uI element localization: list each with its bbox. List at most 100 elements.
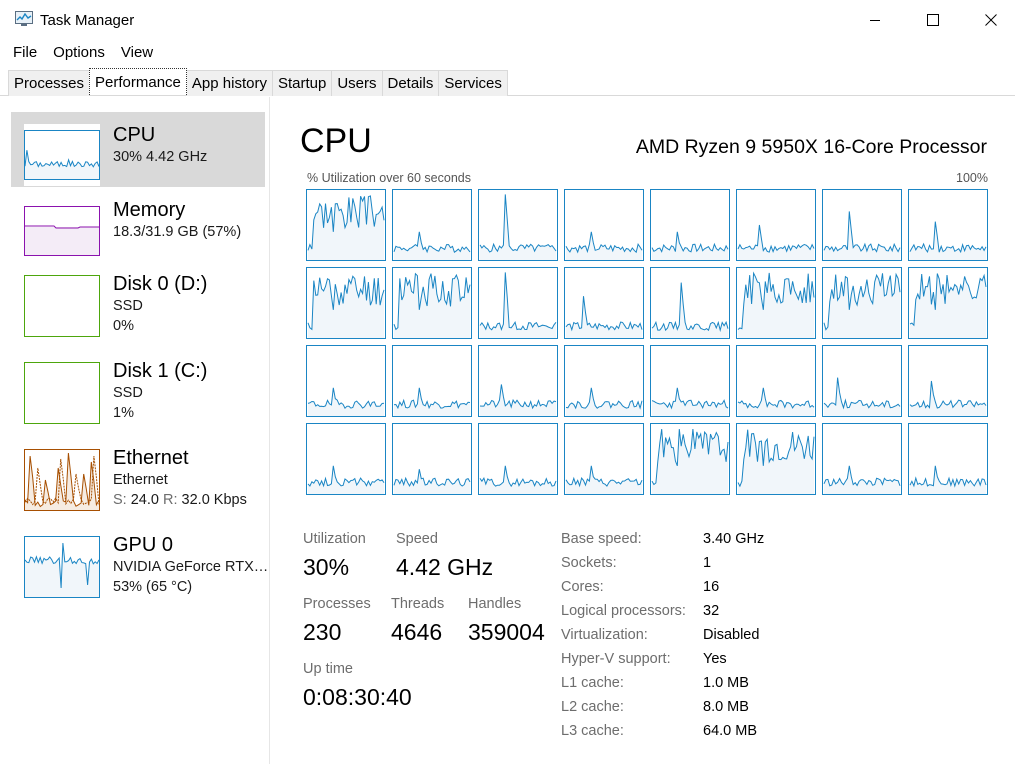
menu-view[interactable]: View (112, 40, 160, 64)
minimize-button[interactable] (846, 0, 904, 40)
utilization-sparkline (479, 272, 557, 338)
utilization-line (479, 194, 557, 253)
disk-0-thumbnail-graph (24, 275, 100, 337)
utilization-sparkline (909, 465, 987, 494)
logical-processor-graph (478, 345, 558, 417)
task-manager-icon (15, 11, 33, 26)
threads-value: 4646 (391, 619, 443, 645)
utilization-area (652, 429, 728, 494)
tab-startup[interactable]: Startup (271, 70, 333, 96)
utilization-area (652, 387, 728, 416)
page-title: CPU (300, 122, 372, 160)
processes-value: 230 (303, 619, 342, 645)
sidebar-sub-memory: 18.3/31.9 GB (57%) (113, 224, 242, 240)
tab-processes[interactable]: Processes (8, 70, 91, 96)
hyper-v-support-label: Hyper-V support: (561, 651, 671, 667)
close-icon (985, 14, 997, 26)
logical-processor-graph (822, 423, 902, 495)
gpu-0-thumbnail-graph (24, 536, 100, 598)
utilization-sparkline (393, 387, 471, 416)
utilization-sparkline (909, 380, 987, 416)
logical-processor-graph (650, 189, 730, 261)
hyper-v-support-value: Yes (703, 651, 727, 667)
utilization-line (823, 377, 901, 410)
utilization-sparkline (823, 465, 901, 494)
menu-options[interactable]: Options (44, 40, 112, 64)
sidebar-item-gpu-0[interactable]: GPU 0 NVIDIA GeForce RTX… 53% (65 °C) (11, 533, 269, 608)
maximize-button[interactable] (904, 0, 962, 40)
utilization-sparkline (479, 384, 557, 416)
logical-processor-graph (306, 189, 386, 261)
tab-details[interactable]: Details (381, 70, 440, 96)
sidebar-item-memory[interactable]: Memory 18.3/31.9 GB (57%) (11, 197, 265, 272)
sidebar-title-gpu-0: GPU 0 (113, 534, 174, 556)
sidebar-sub-gpu-0-model: NVIDIA GeForce RTX… (113, 559, 269, 575)
menu-file[interactable]: File (0, 40, 44, 64)
virtualization-label: Virtualization: (561, 627, 648, 643)
logical-processor-graph (564, 189, 644, 261)
logical-processor-graph (392, 189, 472, 261)
sidebar-item-ethernet[interactable]: Ethernet Ethernet S: 24.0 R: 32.0 Kbps (11, 446, 265, 521)
utilization-area (652, 282, 728, 338)
sidebar-item-cpu[interactable]: CPU 30% 4.42 GHz (11, 112, 265, 187)
sidebar-sub-disk-0-usage: 0% (113, 318, 134, 334)
logical-processor-graph (908, 423, 988, 495)
utilization-sparkline (823, 377, 901, 416)
logical-processor-graph (650, 423, 730, 495)
utilization-area (308, 276, 384, 338)
sidebar-sub-ethernet-adapter: Ethernet (113, 472, 168, 488)
logical-processor-graph (736, 345, 816, 417)
tab-performance[interactable]: Performance (89, 68, 187, 95)
ethernet-send-value: 24.0 (130, 492, 159, 508)
logical-processor-graph (822, 189, 902, 261)
uptime-label: Up time (303, 661, 353, 677)
utilization-sparkline (565, 231, 643, 260)
l3-cache-label: L3 cache: (561, 723, 624, 739)
l1-cache-label: L1 cache: (561, 675, 624, 691)
ethernet-thumbnail-graph (24, 449, 100, 511)
logical-processor-graph (392, 267, 472, 339)
sockets-value: 1 (703, 555, 712, 571)
sidebar-item-disk-1[interactable]: Disk 1 (C:) SSD 1% (11, 359, 265, 434)
utilization-line (651, 282, 729, 333)
logical-processor-graph (478, 423, 558, 495)
sockets-label: Sockets: (561, 555, 617, 571)
utilization-area (824, 211, 900, 260)
l2-cache-label: L2 cache: (561, 699, 624, 715)
utilization-sparkline (565, 465, 643, 494)
tab-services[interactable]: Services (438, 70, 508, 96)
graph-axis-label: % Utilization over 60 seconds (307, 171, 471, 185)
tab-users[interactable]: Users (331, 70, 383, 96)
logical-processor-graph-grid (306, 189, 989, 495)
utilization-sparkline (565, 296, 643, 338)
sidebar-title-cpu: CPU (113, 124, 156, 146)
utilization-sparkline (479, 194, 557, 260)
speed-label: Speed (396, 531, 438, 547)
utilization-label: Utilization (303, 531, 366, 547)
cpu-model-name: AMD Ryzen 9 5950X 16-Core Processor (635, 136, 987, 158)
utilization-sparkline (651, 282, 729, 338)
sidebar-title-disk-0: Disk 0 (D:) (113, 273, 208, 295)
logical-processor-graph (564, 423, 644, 495)
sidebar-title-disk-1: Disk 1 (C:) (113, 360, 208, 382)
logical-processor-graph (306, 345, 386, 417)
utilization-sparkline (737, 224, 815, 260)
logical-processor-graph (564, 345, 644, 417)
utilization-sparkline (737, 271, 815, 338)
utilization-area (394, 231, 470, 260)
tab-bar: Processes Performance App history Startu… (0, 68, 1015, 96)
utilization-area (738, 387, 814, 416)
title-bar: Task Manager (0, 0, 1015, 40)
close-button[interactable] (962, 0, 1015, 40)
utilization-sparkline (393, 231, 471, 260)
tab-app-history[interactable]: App history (185, 70, 273, 96)
utilization-line (479, 272, 557, 331)
processes-label: Processes (303, 596, 371, 612)
logical-processor-graph (822, 267, 902, 339)
cores-label: Cores: (561, 579, 604, 595)
logical-processors-value: 32 (703, 603, 720, 619)
ethernet-recv-value: 32.0 Kbps (181, 492, 247, 508)
sidebar-item-disk-0[interactable]: Disk 0 (D:) SSD 0% (11, 272, 265, 347)
utilization-area (738, 429, 814, 494)
utilization-area (824, 377, 900, 416)
